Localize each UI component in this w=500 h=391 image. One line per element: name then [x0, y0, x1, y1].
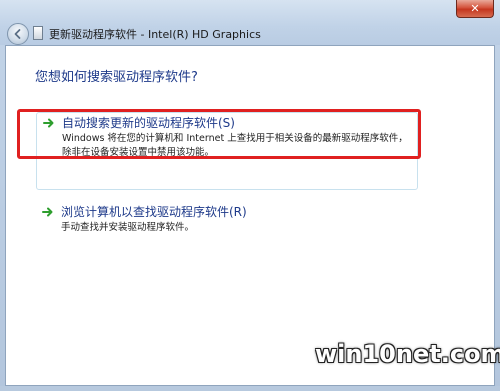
site-watermark: win10net.com	[315, 340, 500, 368]
option-browse-computer-title: 浏览计算机以查找驱动程序软件(R)	[61, 205, 247, 219]
back-button[interactable]	[7, 23, 29, 45]
window-title: 更新驱动程序软件 - Intel(R) HD Graphics	[49, 28, 261, 41]
window-bottom-border	[0, 386, 500, 391]
page-heading: 您想如何搜索驱动程序软件?	[35, 70, 198, 85]
back-arrow-icon	[14, 29, 21, 39]
wizard-content: 您想如何搜索驱动程序软件? 自动搜索更新的驱动程序软件(S) Windows 将…	[5, 45, 495, 386]
device-icon	[33, 26, 43, 40]
dialog-window: ✕ 更新驱动程序软件 - Intel(R) HD Graphics 您想如何搜索…	[0, 0, 500, 391]
option-browse-computer[interactable]: 浏览计算机以查找驱动程序软件(R) 手动查找并安装驱动程序软件。	[36, 202, 416, 242]
title-bar: ✕ 更新驱动程序软件 - Intel(R) HD Graphics	[0, 0, 500, 45]
green-arrow-icon	[42, 207, 53, 217]
red-highlight-frame	[17, 109, 421, 159]
close-icon: ✕	[470, 2, 480, 15]
option-browse-computer-description: 手动查找并安装驱动程序软件。	[61, 222, 195, 233]
close-button[interactable]: ✕	[456, 0, 494, 18]
